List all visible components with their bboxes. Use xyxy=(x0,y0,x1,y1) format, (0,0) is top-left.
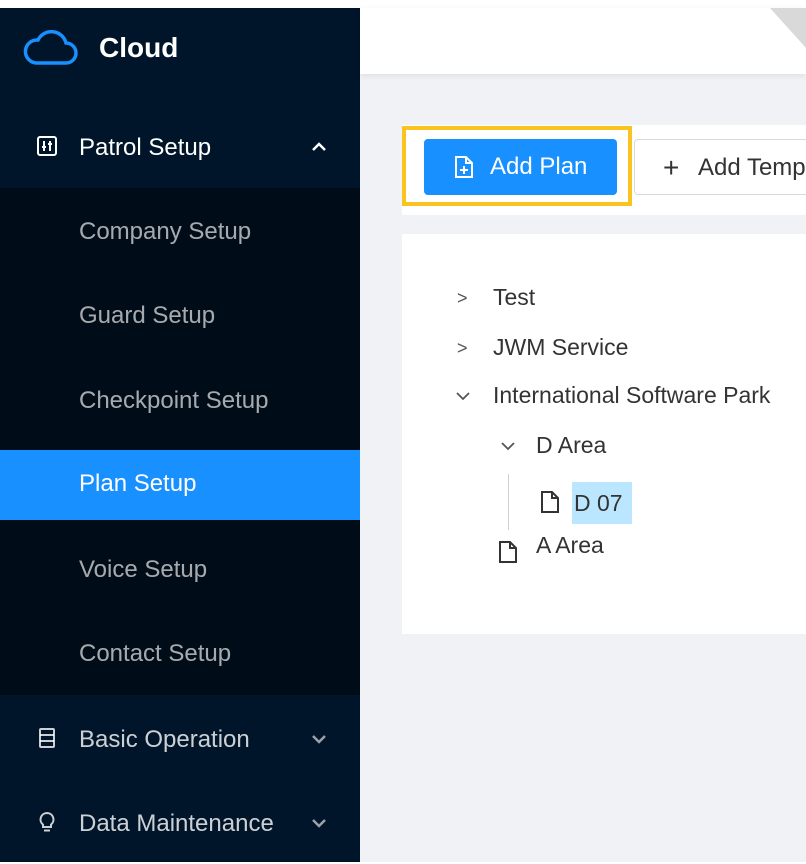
add-template-button[interactable]: + Add Temp xyxy=(634,139,806,195)
tree-node-a-area[interactable]: A Area xyxy=(536,532,604,559)
chevron-up-icon xyxy=(312,142,326,151)
sidebar-item-label: Plan Setup xyxy=(79,470,197,497)
add-template-label: Add Temp xyxy=(698,154,806,181)
sidebar-item-company-setup[interactable]: Company Setup xyxy=(0,198,360,268)
document-list-icon xyxy=(39,728,55,748)
sidebar-item-voice-setup[interactable]: Voice Setup xyxy=(0,536,360,606)
file-icon xyxy=(541,491,559,513)
menu-basic-operation-label: Basic Operation xyxy=(79,726,250,753)
menu-basic-operation[interactable]: Basic Operation xyxy=(0,700,360,780)
chevron-right-icon[interactable]: > xyxy=(457,338,468,359)
tree-node-d07[interactable]: D 07 xyxy=(572,482,632,524)
sidebar-item-contact-setup[interactable]: Contact Setup xyxy=(0,620,360,690)
sidebar-item-guard-setup[interactable]: Guard Setup xyxy=(0,282,360,352)
sliders-icon xyxy=(37,136,57,156)
tree-node-jwm-service[interactable]: JWM Service xyxy=(493,334,628,361)
chevron-down-icon xyxy=(312,819,326,828)
menu-data-maintenance[interactable]: Data Maintenance xyxy=(0,784,360,864)
sidebar-item-label: Checkpoint Setup xyxy=(79,387,269,414)
chevron-down-icon[interactable] xyxy=(500,438,516,454)
tree-node-international-software-park[interactable]: International Software Park xyxy=(493,382,770,409)
sidebar-item-label: Voice Setup xyxy=(79,556,208,583)
sidebar-item-label: Company Setup xyxy=(79,218,252,245)
sidebar-item-checkpoint-setup[interactable]: Checkpoint Setup xyxy=(0,367,360,437)
cloud-icon xyxy=(23,30,78,65)
tree-indent-line xyxy=(508,474,509,530)
menu-patrol-setup[interactable]: Patrol Setup xyxy=(0,108,360,188)
sidebar: Cloud Patrol Setup Company Setup Guard S… xyxy=(0,8,360,862)
plus-icon: + xyxy=(663,152,680,183)
sidebar-item-label: Guard Setup xyxy=(79,302,216,329)
menu-patrol-setup-label: Patrol Setup xyxy=(79,134,212,161)
chevron-down-icon[interactable] xyxy=(455,388,471,404)
highlight-box xyxy=(402,126,632,206)
sidebar-item-label: Contact Setup xyxy=(79,640,232,667)
top-header xyxy=(360,8,806,74)
app-title: Cloud xyxy=(99,32,179,63)
app-frame: Cloud Patrol Setup Company Setup Guard S… xyxy=(0,8,806,862)
chevron-down-icon xyxy=(312,735,326,744)
menu-data-maintenance-label: Data Maintenance xyxy=(79,810,274,837)
tree-node-d-area[interactable]: D Area xyxy=(536,432,606,459)
file-icon xyxy=(499,541,517,563)
logo: Cloud xyxy=(0,8,360,88)
submenu-patrol-setup: Company Setup Guard Setup Checkpoint Set… xyxy=(0,188,360,695)
tree-node-test[interactable]: Test xyxy=(493,284,535,311)
lightbulb-icon xyxy=(39,811,55,832)
chevron-right-icon[interactable]: > xyxy=(457,288,468,309)
sidebar-item-plan-setup[interactable]: Plan Setup xyxy=(0,450,360,520)
